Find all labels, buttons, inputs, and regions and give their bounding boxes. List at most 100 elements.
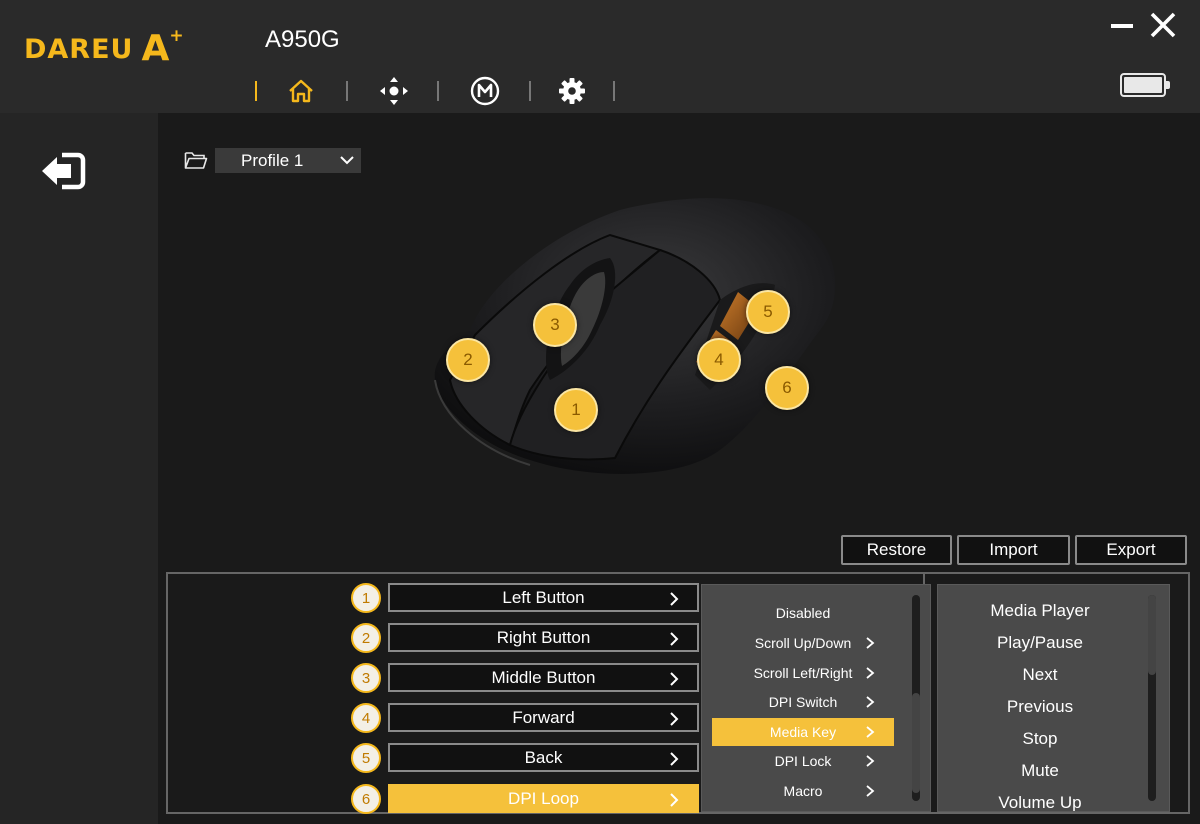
chevron-right-icon xyxy=(670,752,679,766)
chevron-right-icon xyxy=(670,712,679,726)
logo-text: DAREU xyxy=(24,34,134,65)
home-icon xyxy=(289,79,313,103)
media-item-play-pause[interactable]: Play/Pause xyxy=(938,628,1142,658)
restore-button[interactable]: Restore xyxy=(841,535,952,565)
chevron-right-icon xyxy=(670,592,679,606)
button-number: 6 xyxy=(351,784,381,814)
assign-button-1[interactable]: Left Button xyxy=(388,583,699,612)
media-item-stop[interactable]: Stop xyxy=(938,724,1142,754)
button-number: 2 xyxy=(351,623,381,653)
close-icon xyxy=(1150,12,1176,38)
assign-button-6[interactable]: DPI Loop xyxy=(388,784,699,813)
menu-item-label: Macro xyxy=(783,783,823,799)
menu-item-media-key[interactable]: Media Key xyxy=(712,718,894,746)
media-item-media-player[interactable]: Media Player xyxy=(938,596,1142,626)
menu-item-dpi-lock[interactable]: DPI Lock xyxy=(712,747,894,775)
assign-label: Left Button xyxy=(502,587,585,607)
nav-separator xyxy=(613,81,615,101)
menu-item-dpi-switch[interactable]: DPI Switch xyxy=(712,688,894,716)
battery-indicator xyxy=(1120,73,1170,97)
menu-item-scroll-up-down[interactable]: Scroll Up/Down xyxy=(712,629,894,657)
function-menu: Disabled Scroll Up/Down Scroll Left/Righ… xyxy=(701,584,931,812)
nav-separator xyxy=(437,81,439,101)
nav-dpi-button[interactable] xyxy=(377,74,411,108)
assign-button-2[interactable]: Right Button xyxy=(388,623,699,652)
button-number: 4 xyxy=(351,703,381,733)
profile-label: Profile 1 xyxy=(241,150,304,170)
import-button[interactable]: Import xyxy=(957,535,1070,565)
panel-divider xyxy=(923,572,925,584)
exit-arrow-icon xyxy=(42,152,86,190)
chevron-right-icon xyxy=(866,726,875,738)
mouse-illustration xyxy=(434,198,836,474)
menu-item-disabled[interactable]: Disabled xyxy=(712,599,894,627)
hotspot-4[interactable]: 4 xyxy=(697,338,741,382)
chevron-down-icon xyxy=(340,156,354,165)
button-number: 1 xyxy=(351,583,381,613)
close-button[interactable] xyxy=(1146,8,1180,42)
menu-item-label: Scroll Left/Right xyxy=(753,665,853,681)
minimize-button[interactable] xyxy=(1105,8,1139,42)
folder-icon[interactable] xyxy=(184,150,208,170)
mouse-image: 1 2 3 4 5 6 xyxy=(420,190,860,490)
media-item-previous[interactable]: Previous xyxy=(938,692,1142,722)
function-menu-scrollbar[interactable] xyxy=(912,595,920,801)
assign-label: Forward xyxy=(512,707,575,727)
chevron-right-icon xyxy=(866,785,875,797)
menu-item-label: DPI Switch xyxy=(768,694,838,710)
scrollbar-thumb[interactable] xyxy=(1148,595,1156,675)
chevron-right-icon xyxy=(866,755,875,767)
hotspot-3[interactable]: 3 xyxy=(533,303,577,347)
assign-button-3[interactable]: Middle Button xyxy=(388,663,699,692)
logo-mark: A xyxy=(141,28,170,69)
menu-item-label: Scroll Up/Down xyxy=(754,635,852,651)
hotspot-6[interactable]: 6 xyxy=(765,366,809,410)
hotspot-5[interactable]: 5 xyxy=(746,290,790,334)
menu-item-label: Media Key xyxy=(769,724,837,740)
assign-label: Right Button xyxy=(496,627,591,647)
back-button[interactable] xyxy=(40,151,86,191)
chevron-right-icon xyxy=(866,637,875,649)
export-button[interactable]: Export xyxy=(1075,535,1187,565)
menu-item-label: Disabled xyxy=(775,605,831,621)
dpi-crosshair-icon xyxy=(380,77,408,105)
chevron-right-icon xyxy=(670,793,679,807)
chevron-right-icon xyxy=(670,672,679,686)
assign-button-5[interactable]: Back xyxy=(388,743,699,772)
nav-home-button[interactable] xyxy=(284,74,318,108)
menu-item-scroll-left-right[interactable]: Scroll Left/Right xyxy=(712,659,894,687)
nav-separator xyxy=(529,81,531,101)
media-menu-scrollbar[interactable] xyxy=(1148,595,1156,801)
assign-label: Back xyxy=(524,747,563,767)
nav-separator xyxy=(255,81,257,101)
dareu-logo: DAREU A + xyxy=(24,26,184,69)
nav-macro-button[interactable] xyxy=(468,74,502,108)
device-name: A950G xyxy=(265,26,340,53)
logo-plus: + xyxy=(169,26,184,46)
nav-settings-button[interactable] xyxy=(555,74,589,108)
button-number: 3 xyxy=(351,663,381,693)
macro-m-icon xyxy=(470,76,500,106)
hotspot-1[interactable]: 1 xyxy=(554,388,598,432)
hotspot-2[interactable]: 2 xyxy=(446,338,490,382)
media-item-next[interactable]: Next xyxy=(938,660,1142,690)
menu-item-macro[interactable]: Macro xyxy=(712,777,894,805)
gear-icon xyxy=(559,78,585,104)
battery-fill xyxy=(1124,77,1162,93)
assign-label: Middle Button xyxy=(491,667,596,687)
media-item-volume-up[interactable]: Volume Up xyxy=(938,788,1142,811)
title-bar: DAREU A + A950G xyxy=(0,0,1200,113)
chevron-right-icon xyxy=(670,632,679,646)
nav-separator xyxy=(346,81,348,101)
chevron-right-icon xyxy=(866,696,875,708)
assign-label: DPI Loop xyxy=(508,788,579,808)
left-sidebar xyxy=(0,113,158,824)
chevron-right-icon xyxy=(866,667,875,679)
profile-dropdown[interactable]: Profile 1 xyxy=(215,148,361,173)
media-item-mute[interactable]: Mute xyxy=(938,756,1142,786)
minimize-icon xyxy=(1111,24,1133,28)
assign-button-4[interactable]: Forward xyxy=(388,703,699,732)
button-number: 5 xyxy=(351,743,381,773)
scrollbar-thumb[interactable] xyxy=(912,693,920,793)
menu-item-label: DPI Lock xyxy=(774,753,832,769)
